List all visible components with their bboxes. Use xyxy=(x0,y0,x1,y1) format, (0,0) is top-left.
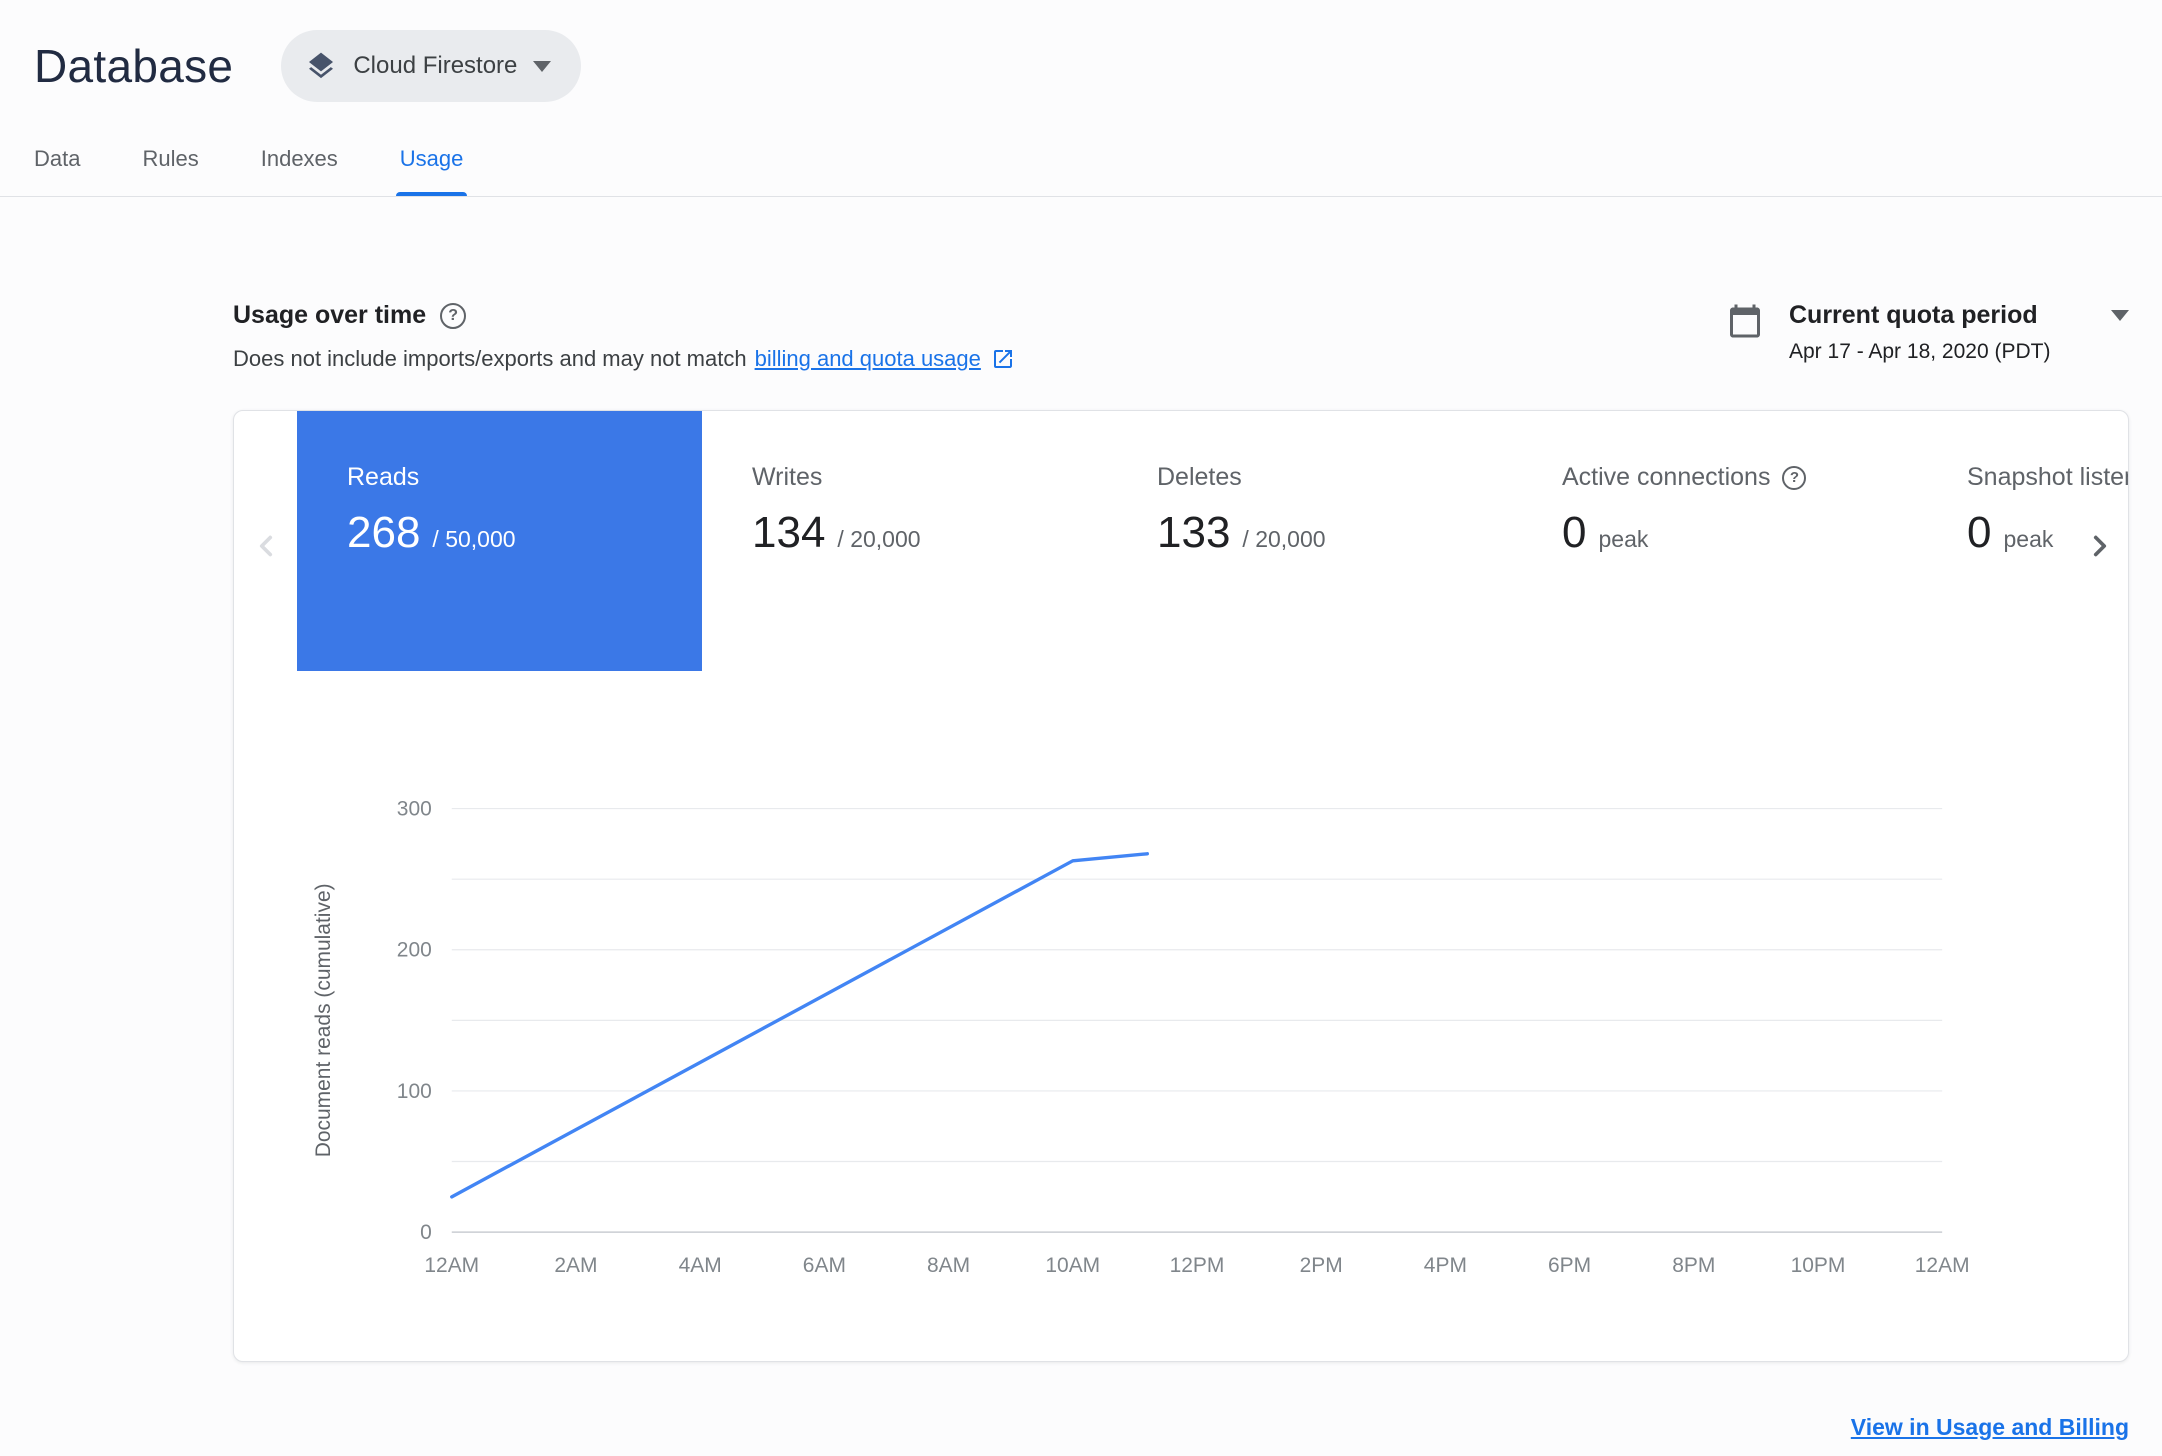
svg-text:0: 0 xyxy=(420,1221,432,1244)
product-selector-label: Cloud Firestore xyxy=(353,52,518,79)
metric-tab-value: 268 xyxy=(347,508,421,557)
metric-tab-label: Writes xyxy=(752,463,823,491)
metric-tab-suffix: peak xyxy=(1598,526,1649,552)
tab-label: Data xyxy=(34,146,81,171)
tab-label: Usage xyxy=(399,146,464,171)
section-header: Usage over time ? Does not include impor… xyxy=(233,301,2129,372)
metric-tab-label: Active connections xyxy=(1562,463,1771,491)
period-text: Current quota period Apr 17 - Apr 18, 20… xyxy=(1789,301,2129,364)
metric-tab[interactable]: Active connections ? 0 peak xyxy=(1512,411,1917,671)
metric-tab-suffix: / 20,000 xyxy=(1242,526,1326,552)
svg-text:2AM: 2AM xyxy=(554,1254,597,1277)
svg-text:200: 200 xyxy=(397,939,432,962)
help-icon[interactable]: ? xyxy=(1782,465,1807,490)
tab-bar: Data Rules Indexes Usage xyxy=(0,146,2162,197)
svg-text:12AM: 12AM xyxy=(424,1254,479,1277)
metric-tab-suffix: peak xyxy=(2003,526,2054,552)
metric-tab-label: Snapshot listeners xyxy=(1967,463,2128,491)
usage-over-time-block: Usage over time ? Does not include impor… xyxy=(233,301,1015,372)
page-title: Database xyxy=(34,40,234,92)
metric-tab[interactable]: Writes 134 / 20,000 xyxy=(702,411,1107,671)
tab-rules[interactable]: Rules xyxy=(142,146,198,196)
calendar-icon xyxy=(1727,303,1763,339)
view-usage-billing-link[interactable]: View in Usage and Billing xyxy=(1851,1414,2129,1440)
help-icon[interactable]: ? xyxy=(440,302,467,329)
svg-text:100: 100 xyxy=(397,1080,432,1103)
metric-tab-strip: Reads 268 / 50,000 Writes 134 / 20,000 D… xyxy=(297,411,2128,671)
svg-text:8AM: 8AM xyxy=(927,1254,970,1277)
svg-text:6PM: 6PM xyxy=(1548,1254,1591,1277)
metric-tab-value: 133 xyxy=(1157,508,1231,557)
tab-data[interactable]: Data xyxy=(34,146,80,196)
usage-main: Usage over time ? Does not include impor… xyxy=(0,301,2162,1441)
firestore-usage-page: Database Cloud Firestore Data Rules Inde… xyxy=(0,0,2162,1441)
metric-scroll-right-button[interactable] xyxy=(2076,510,2124,582)
metric-tab-value: 0 xyxy=(1562,508,1587,557)
tab-usage[interactable]: Usage xyxy=(395,146,467,196)
metric-tab-label: Reads xyxy=(347,463,420,491)
tab-indexes[interactable]: Indexes xyxy=(261,146,338,196)
section-title: Usage over time xyxy=(233,301,427,329)
section-description: Does not include imports/exports and may… xyxy=(233,346,1015,372)
period-label: Current quota period xyxy=(1789,301,2038,329)
product-selector[interactable]: Cloud Firestore xyxy=(281,30,582,102)
metric-tab-value: 134 xyxy=(752,508,826,557)
svg-text:4AM: 4AM xyxy=(679,1254,722,1277)
metric-tab-suffix: / 20,000 xyxy=(837,526,921,552)
svg-text:12PM: 12PM xyxy=(1170,1254,1225,1277)
usage-card: Reads 268 / 50,000 Writes 134 / 20,000 D… xyxy=(233,410,2129,1362)
svg-text:12AM: 12AM xyxy=(1915,1254,1970,1277)
description-text: Does not include imports/exports and may… xyxy=(233,346,747,371)
svg-text:8PM: 8PM xyxy=(1672,1254,1715,1277)
svg-text:4PM: 4PM xyxy=(1424,1254,1467,1277)
chevron-down-icon xyxy=(2111,310,2129,321)
quota-period-selector[interactable]: Current quota period Apr 17 - Apr 18, 20… xyxy=(1727,301,2129,364)
period-range: Apr 17 - Apr 18, 2020 (PDT) xyxy=(1789,340,2051,363)
metric-tab-suffix: / 50,000 xyxy=(432,526,516,552)
footer-row: View in Usage and Billing xyxy=(0,1414,2129,1441)
page-header: Database Cloud Firestore xyxy=(0,0,2162,102)
external-link-icon xyxy=(991,347,1015,371)
svg-text:6AM: 6AM xyxy=(803,1254,846,1277)
metric-tab-label: Deletes xyxy=(1157,463,1242,491)
svg-text:2PM: 2PM xyxy=(1300,1254,1343,1277)
svg-text:10AM: 10AM xyxy=(1045,1254,1100,1277)
chevron-down-icon xyxy=(533,60,552,72)
metric-tab-value: 0 xyxy=(1967,508,1992,557)
metric-scroll-left-button[interactable] xyxy=(242,510,290,582)
tab-label: Rules xyxy=(142,146,199,171)
metric-tab[interactable]: Deletes 133 / 20,000 xyxy=(1107,411,1512,671)
svg-text:10PM: 10PM xyxy=(1791,1254,1846,1277)
tab-label: Indexes xyxy=(260,146,338,171)
svg-text:Document reads (cumulative): Document reads (cumulative) xyxy=(312,883,335,1157)
firestore-icon xyxy=(305,50,337,82)
billing-quota-usage-link[interactable]: billing and quota usage xyxy=(755,346,981,372)
svg-text:300: 300 xyxy=(397,798,432,821)
metric-tab[interactable]: Reads 268 / 50,000 xyxy=(297,411,702,671)
